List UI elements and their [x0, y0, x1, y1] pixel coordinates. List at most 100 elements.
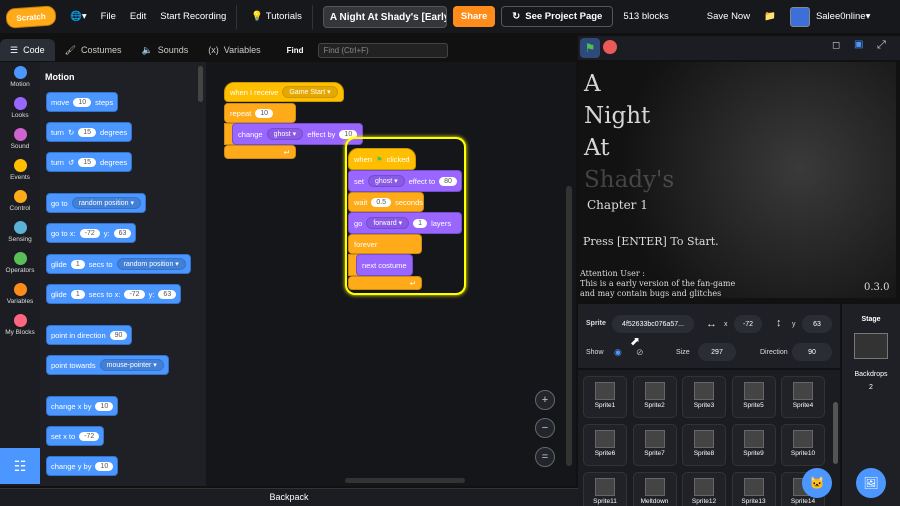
sprite-tile[interactable]: Sprite5 [731, 376, 776, 418]
share-button[interactable]: Share [452, 6, 496, 27]
block-dropdown[interactable]: random position ▾ [116, 258, 186, 270]
block-input[interactable]: 15 [78, 127, 97, 137]
move-steps-block[interactable]: move 10 steps [46, 92, 119, 112]
set-x-block[interactable]: set x to -72 [46, 426, 105, 446]
block-input[interactable]: 10 [73, 97, 92, 107]
category-sensing[interactable]: Sensing [0, 221, 40, 243]
block-input[interactable]: 1 [70, 259, 85, 269]
size-input[interactable]: 297 [698, 343, 736, 361]
sprite-tile[interactable]: Sprite3 [682, 376, 726, 418]
large-stage-icon[interactable]: ▣ [854, 39, 863, 50]
workspace-horizontal-scrollbar[interactable] [345, 478, 465, 483]
direction-input[interactable]: 90 [792, 343, 832, 361]
stage-canvas[interactable]: A Night At Shady's Chapter 1 Press [ENTE… [578, 62, 896, 298]
set-effect-block[interactable]: set ghost ▾ effect to 80 [348, 170, 462, 192]
turn-left-block[interactable]: turn ↺ 15 degrees [46, 152, 133, 172]
block-dropdown[interactable]: forward ▾ [366, 217, 410, 229]
zoom-in-button[interactable]: + [535, 390, 555, 410]
sprite-tile[interactable]: Sprite9 [731, 424, 776, 466]
scratch-logo[interactable]: Scratch [5, 4, 57, 29]
block-input[interactable]: -72 [124, 289, 145, 299]
block-dropdown[interactable]: Game Start ▾ [282, 86, 338, 98]
tab-costumes[interactable]: 🖌 Costumes [55, 39, 132, 61]
sprite-tile[interactable]: Sprite2 [632, 376, 677, 418]
category-control[interactable]: Control [0, 190, 40, 212]
script-workspace[interactable]: when I receive Game Start ▾ repeat 10 chan… [206, 62, 576, 486]
block-input[interactable]: 10 [339, 129, 358, 139]
sprite-name-input[interactable]: 4f52633bc076a57... [612, 315, 694, 333]
when-i-receive-block[interactable]: when I receive Game Start ▾ [224, 82, 344, 102]
change-x-block[interactable]: change x by 10 [46, 396, 119, 416]
tutorials-button[interactable]: 💡 Tutorials [251, 11, 302, 22]
sprite-tile[interactable]: Sprite1 [583, 376, 627, 418]
change-effect-block[interactable]: change ghost ▾ effect by 10 [232, 123, 364, 145]
block-dropdown[interactable]: mouse-pointer ▾ [99, 359, 164, 371]
block-dropdown[interactable]: ghost ▾ [266, 128, 304, 140]
zoom-reset-button[interactable]: = [535, 447, 555, 467]
block-input[interactable]: 1 [413, 218, 428, 228]
block-input[interactable]: 1 [70, 289, 85, 299]
block-input[interactable]: 10 [95, 461, 114, 471]
avatar[interactable] [789, 6, 810, 27]
block-input[interactable]: 90 [109, 330, 128, 340]
glide-xy-block[interactable]: glide 1 secs to x: -72 y: 63 [46, 284, 182, 304]
sprite-tile[interactable]: Sprite8 [682, 424, 726, 466]
turn-right-block[interactable]: turn ↻ 15 degrees [46, 122, 133, 142]
sprite-tile[interactable]: Sprite7 [632, 424, 677, 466]
forever-block[interactable]: forever [348, 234, 422, 254]
sprite-tile[interactable]: Sprite4 [781, 376, 825, 418]
block-input[interactable]: 15 [78, 157, 97, 167]
see-project-page-button[interactable]: ↻ See Project Page [501, 6, 614, 27]
when-flag-clicked-block[interactable]: when ⚑ clicked [348, 148, 416, 170]
choose-sprite-button[interactable]: 🐱 [802, 468, 832, 498]
username-menu[interactable]: Salee0nline ▾ [816, 11, 870, 22]
go-to-xy-block[interactable]: go to x: -72 y: 63 [46, 223, 137, 243]
wait-block[interactable]: wait 0.5 seconds [348, 192, 424, 212]
block-input[interactable]: 0.5 [371, 197, 392, 207]
palette-scrollbar[interactable] [198, 66, 203, 102]
fullscreen-icon[interactable]: ⤢ [877, 39, 886, 52]
globe-icon[interactable]: 🌐▾ [70, 11, 87, 22]
choose-backdrop-button[interactable]: 🖼 [856, 468, 886, 498]
edit-menu[interactable]: Edit [130, 11, 146, 22]
stage-selector[interactable]: Stage Backdrops 2 🖼 [842, 304, 900, 506]
block-dropdown[interactable]: ghost ▾ [368, 175, 405, 187]
sprite-tile[interactable]: Sprite10 [781, 424, 825, 466]
glide-random-block[interactable]: glide 1 secs to random position ▾ [46, 254, 191, 274]
next-costume-block[interactable]: next costume [356, 254, 413, 276]
sprite-tile[interactable]: Sprite12 [682, 472, 726, 506]
sprite-list-scrollbar[interactable] [833, 402, 838, 464]
folder-icon[interactable]: 📁 [764, 11, 776, 22]
stop-button[interactable] [603, 40, 617, 54]
category-motion[interactable]: Motion [0, 66, 40, 88]
add-extension-button[interactable]: ☷ [0, 448, 40, 484]
zoom-out-button[interactable]: − [535, 418, 555, 438]
find-input[interactable]: Find (Ctrl+F) [317, 42, 448, 58]
block-input[interactable]: -72 [79, 228, 100, 238]
go-layers-block[interactable]: go forward ▾ 1 layers [348, 212, 462, 234]
save-now-button[interactable]: Save Now [707, 11, 750, 22]
category-looks[interactable]: Looks [0, 97, 40, 119]
sprite-tile[interactable]: Sprite13 [731, 472, 776, 506]
category-my-blocks[interactable]: My Blocks [0, 314, 40, 336]
block-dropdown[interactable]: random position ▾ [71, 197, 141, 209]
tab-code[interactable]: ☰ Code [0, 39, 55, 61]
sprite-tile[interactable]: Meltdown [632, 472, 677, 506]
block-input[interactable]: 63 [158, 289, 177, 299]
block-input[interactable]: 10 [255, 108, 274, 118]
file-menu[interactable]: File [101, 11, 116, 22]
category-operators[interactable]: Operators [0, 252, 40, 274]
tab-sounds[interactable]: 🔈 Sounds [132, 39, 199, 61]
x-input[interactable]: -72 [734, 315, 762, 333]
stage-thumbnail[interactable] [854, 333, 888, 359]
eye-icon[interactable]: ◉ [614, 347, 622, 358]
change-y-block[interactable]: change y by 10 [46, 456, 119, 476]
repeat-block[interactable]: repeat 10 [224, 103, 296, 123]
block-input[interactable]: 63 [113, 228, 132, 238]
category-sound[interactable]: Sound [0, 128, 40, 150]
block-input[interactable]: 80 [439, 176, 457, 186]
sprite-tile[interactable]: Sprite6 [583, 424, 627, 466]
tab-variables[interactable]: (x) Variables [198, 39, 270, 61]
small-stage-icon[interactable]: ◻ [832, 40, 840, 51]
eye-slash-icon[interactable]: ⊘ [636, 347, 644, 358]
